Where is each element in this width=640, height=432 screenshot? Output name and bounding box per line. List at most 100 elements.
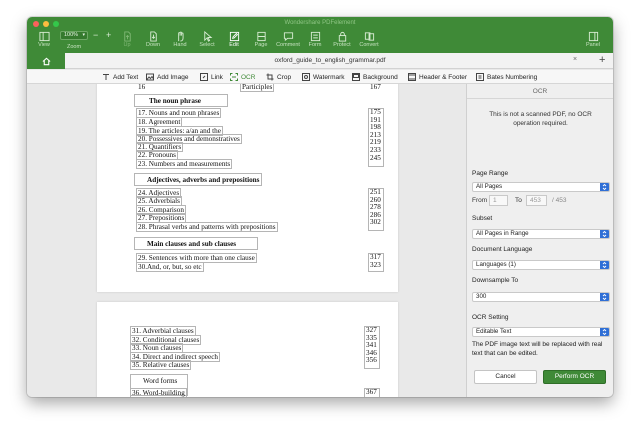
from-page-input[interactable]: 1 bbox=[489, 195, 508, 206]
document-language-select[interactable]: Languages (1) bbox=[472, 260, 610, 270]
edit-toolbar: Add Text Add Image Link OCR Crop Waterma… bbox=[27, 70, 613, 84]
page-numbers-column[interactable]: 317 323 bbox=[368, 253, 384, 272]
bates-numbering-label: Bates Numbering bbox=[487, 73, 538, 81]
toolbar-down-label: Down bbox=[145, 42, 161, 48]
toolbar-page-label: Page bbox=[254, 42, 268, 48]
bates-numbering-icon bbox=[476, 73, 484, 81]
page-numbers-column[interactable]: 251 260 278 286 302 bbox=[368, 188, 384, 231]
convert-icon bbox=[364, 31, 374, 41]
add-image-button[interactable]: Add Image bbox=[146, 73, 188, 81]
link-icon bbox=[200, 73, 208, 81]
link-button[interactable]: Link bbox=[200, 73, 223, 81]
crop-button[interactable]: Crop bbox=[266, 73, 291, 81]
toc-line[interactable]: 23. Numbers and measurements bbox=[136, 159, 233, 169]
lock-icon bbox=[338, 31, 346, 42]
ocr-setting-select[interactable]: Editable Text bbox=[472, 327, 610, 337]
subset-label: Subset bbox=[472, 215, 493, 222]
home-icon bbox=[42, 57, 50, 65]
close-tab-button[interactable]: × bbox=[573, 56, 577, 63]
toc-item-number[interactable]: 16 bbox=[137, 84, 146, 91]
document-tab[interactable]: oxford_guide_to_english_grammar.pdf bbox=[65, 57, 595, 64]
chevron-updown-icon bbox=[600, 293, 609, 301]
background-button[interactable]: Background bbox=[352, 73, 398, 81]
header-footer-button[interactable]: Header & Footer bbox=[408, 73, 467, 81]
section-heading[interactable]: Adjectives, adverbs and prepositions bbox=[146, 176, 260, 184]
page-range-select[interactable]: All Pages bbox=[472, 182, 610, 192]
ocr-label: OCR bbox=[241, 73, 256, 81]
ocr-icon bbox=[230, 73, 238, 81]
section-heading[interactable]: The noun phrase bbox=[148, 97, 202, 105]
window-title: Wondershare PDFelement bbox=[284, 20, 356, 26]
zoom-select[interactable]: 100% ▾ bbox=[60, 31, 88, 40]
bates-numbering-button[interactable]: Bates Numbering bbox=[476, 73, 537, 81]
toolbar-page-button[interactable]: Page bbox=[247, 30, 275, 48]
subset-select[interactable]: All Pages in Range bbox=[472, 229, 610, 239]
new-tab-button[interactable]: + bbox=[599, 54, 605, 66]
crop-icon bbox=[266, 73, 274, 81]
page-numbers-column[interactable]: 327 335 341 346 356 bbox=[364, 326, 380, 369]
from-label: From bbox=[472, 197, 488, 204]
toolbar-protect-label: Protect bbox=[333, 42, 351, 48]
toc-page-number: 367 bbox=[366, 388, 377, 396]
toolbar-panel-label: Panel bbox=[585, 42, 601, 48]
toolbar-panel-button[interactable]: Panel bbox=[579, 30, 607, 48]
zoom-value: 100% bbox=[64, 32, 79, 38]
ocr-panel: OCR This is not a scanned PDF, no OCR op… bbox=[466, 84, 613, 397]
toolbar-protect-button[interactable]: Protect bbox=[328, 30, 356, 48]
to-page-input[interactable]: 453 bbox=[526, 195, 547, 206]
toc-page-number: 356 bbox=[366, 356, 377, 365]
toc-item-text[interactable]: Participles bbox=[240, 84, 275, 92]
page-up-icon bbox=[123, 30, 131, 42]
home-button[interactable] bbox=[27, 53, 65, 69]
watermark-icon bbox=[302, 73, 310, 81]
crop-label: Crop bbox=[277, 73, 292, 81]
cursor-icon bbox=[203, 30, 212, 42]
downsample-select[interactable]: 300 bbox=[472, 292, 610, 302]
toolbar-form-button[interactable]: Form bbox=[301, 30, 329, 48]
ocr-setting-value: Editable Text bbox=[476, 328, 512, 335]
toolbar-hand-button[interactable]: Hand bbox=[166, 30, 194, 48]
toolbar-edit-button[interactable]: Edit bbox=[220, 30, 248, 48]
header-footer-icon bbox=[408, 73, 416, 81]
section-heading[interactable]: Main clauses and sub clauses bbox=[146, 240, 237, 248]
toolbar-down-button[interactable]: Down bbox=[139, 30, 167, 48]
toolbar-view-button[interactable]: View bbox=[30, 30, 58, 48]
toolbar-comment-button[interactable]: Comment bbox=[274, 30, 302, 48]
toc-line[interactable]: 30.And, or, but, so etc bbox=[136, 262, 204, 272]
add-text-button[interactable]: Add Text bbox=[102, 73, 138, 81]
pdf-page-2[interactable]: 31. Adverbial clauses 32. Conditional cl… bbox=[97, 302, 398, 397]
toc-item-page[interactable]: 167 bbox=[369, 84, 382, 91]
app-window: Wondershare PDFelement View 100% ▾ Zoom … bbox=[27, 17, 613, 397]
document-view[interactable]: 16 Participles 167 The noun phrase 17. N… bbox=[27, 84, 466, 397]
perform-ocr-button[interactable]: Perform OCR bbox=[543, 370, 606, 384]
zoom-label: Zoom bbox=[66, 44, 82, 50]
zoom-out-button[interactable]: − bbox=[93, 31, 98, 40]
toolbar-select-button[interactable]: Select bbox=[193, 30, 221, 48]
toc-line[interactable]: 35. Relative clauses bbox=[130, 360, 192, 370]
background-icon bbox=[352, 73, 360, 81]
zoom-in-button[interactable]: + bbox=[106, 31, 111, 40]
section-heading[interactable]: Word forms bbox=[142, 377, 178, 385]
page-down-icon bbox=[149, 30, 157, 42]
cancel-button[interactable]: Cancel bbox=[474, 370, 537, 384]
ocr-button[interactable]: OCR bbox=[230, 73, 255, 81]
page-numbers-column[interactable]: 367 bbox=[364, 388, 380, 397]
pdf-page-1[interactable]: 16 Participles 167 The noun phrase 17. N… bbox=[97, 84, 398, 292]
add-image-label: Add Image bbox=[157, 73, 189, 81]
chevron-updown-icon bbox=[600, 183, 609, 191]
toolbar-view-label: View bbox=[38, 42, 50, 48]
toolbar-up-button[interactable]: Up bbox=[113, 30, 141, 48]
toc-line[interactable]: 36. Word-building bbox=[130, 388, 187, 397]
subset-value: All Pages in Range bbox=[476, 230, 529, 237]
toc-page-number: 323 bbox=[370, 260, 381, 269]
watermark-button[interactable]: Watermark bbox=[302, 73, 345, 81]
background-label: Background bbox=[363, 73, 398, 81]
toc-page-number: 302 bbox=[370, 218, 381, 227]
toc-page-number: 245 bbox=[370, 153, 381, 162]
chevron-updown-icon bbox=[600, 230, 609, 238]
toolbar-form-label: Form bbox=[308, 42, 322, 48]
toc-line[interactable]: 28. Phrasal verbs and patterns with prep… bbox=[136, 222, 278, 232]
page-numbers-column[interactable]: 175 191 198 213 219 233 245 bbox=[368, 108, 384, 167]
page-range-value: All Pages bbox=[476, 183, 503, 190]
toolbar-convert-button[interactable]: Convert bbox=[355, 30, 383, 48]
